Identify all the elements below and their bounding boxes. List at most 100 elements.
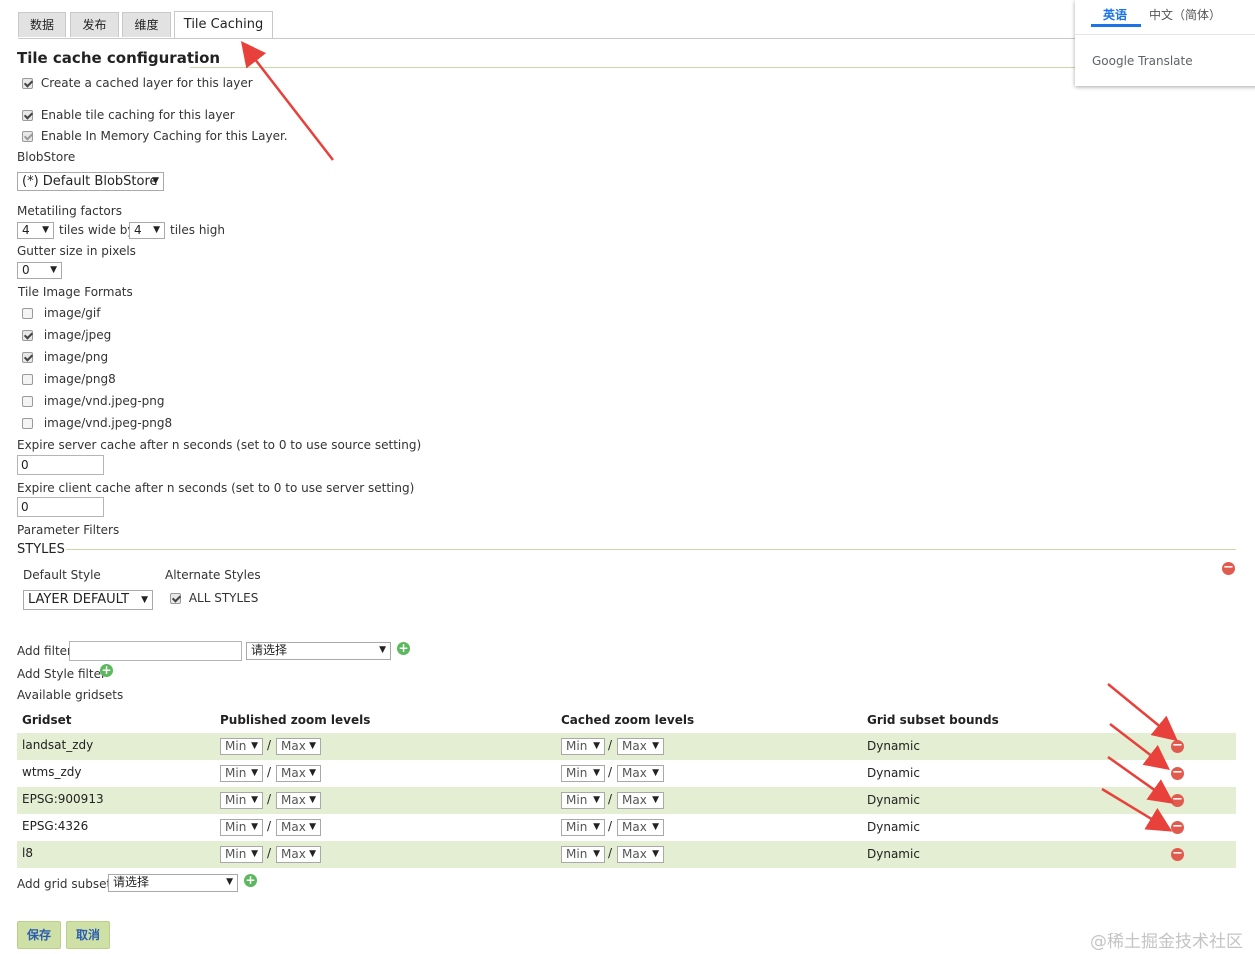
enable-tile-caching-row: Enable tile caching for this layer [22, 108, 235, 122]
available-gridsets-label: Available gridsets [17, 688, 124, 702]
select-value: Min [225, 739, 247, 753]
select-value: Min [225, 847, 247, 861]
cached-max-select[interactable]: Max ▼ [617, 765, 664, 782]
tab-label: 维度 [134, 18, 159, 32]
add-filter-select[interactable]: 请选择 ▼ [246, 642, 391, 660]
all-styles-row: ALL STYLES [170, 591, 258, 605]
published-min-select[interactable]: Min ▼ [220, 792, 263, 809]
published-min-select[interactable]: Min ▼ [220, 819, 263, 836]
select-value: Max [281, 847, 306, 861]
popup-divider [1075, 34, 1255, 35]
cancel-button[interactable]: 取消 [66, 921, 110, 949]
expire-client-input[interactable]: 0 [17, 497, 104, 517]
format-label: image/png8 [43, 372, 116, 386]
chevron-down-icon: ▼ [309, 849, 316, 859]
add-filter-plus-icon[interactable]: + [397, 642, 410, 655]
arrow-to-remove-row-1 [1107, 683, 1178, 742]
select-value: Max [622, 847, 647, 861]
expire-client-label: Expire client cache after n seconds (set… [17, 481, 415, 495]
cached-max-select[interactable]: Max ▼ [617, 846, 664, 863]
tab-data[interactable]: 数据 [18, 12, 66, 37]
format-jpeg-png-checkbox[interactable] [22, 396, 33, 407]
chevron-down-icon: ▼ [42, 225, 49, 235]
cached-max-select[interactable]: Max ▼ [617, 792, 664, 809]
cached-max-select[interactable]: Max ▼ [617, 819, 664, 836]
add-grid-subset-select[interactable]: 请选择 ▼ [108, 874, 238, 892]
format-label: image/vnd.jpeg-png [43, 394, 165, 408]
table-row: EPSG:4326 Min ▼ / Max ▼ Min ▼ / Max ▼ Dynami… [17, 814, 1236, 841]
published-max-select[interactable]: Max ▼ [276, 846, 321, 863]
table-row: EPSG:900913 Min ▼ / Max ▼ Min ▼ / Max ▼ Dyna… [17, 787, 1236, 814]
cached-max-select[interactable]: Max ▼ [617, 738, 664, 755]
format-png8-checkbox[interactable] [22, 374, 33, 385]
remove-gridset-icon[interactable]: − [1171, 766, 1184, 780]
select-value: 0 [22, 263, 30, 277]
add-filter-input[interactable] [69, 641, 242, 661]
remove-gridset-icon[interactable]: − [1171, 847, 1184, 861]
format-png-checkbox[interactable] [22, 352, 33, 363]
metatile-wide-select[interactable]: 4 ▼ [17, 222, 54, 239]
tab-divider [18, 38, 1076, 39]
select-value: Max [281, 766, 306, 780]
more-options-icon[interactable]: ⋮ [1250, 6, 1255, 20]
checkbox-label: Enable In Memory Caching for this Layer. [40, 129, 288, 143]
slash-separator: / [267, 846, 272, 860]
select-value: LAYER DEFAULT [28, 592, 130, 607]
table-row: landsat_zdy Min ▼ / Max ▼ Min ▼ / Max ▼ Dyna… [17, 733, 1236, 760]
published-max-select[interactable]: Max ▼ [276, 738, 321, 755]
cached-min-select[interactable]: Min ▼ [561, 819, 605, 836]
published-max-select[interactable]: Max ▼ [276, 819, 321, 836]
format-jpeg-checkbox[interactable] [22, 330, 33, 341]
default-style-select[interactable]: LAYER DEFAULT ▼ [23, 590, 153, 610]
published-min-select[interactable]: Min ▼ [220, 846, 263, 863]
all-styles-checkbox[interactable] [170, 593, 181, 604]
remove-gridset-icon[interactable]: − [1171, 820, 1184, 834]
save-button[interactable]: 保存 [17, 921, 61, 949]
cached-min-select[interactable]: Min ▼ [561, 765, 605, 782]
chevron-down-icon: ▼ [50, 265, 57, 275]
remove-gridset-icon[interactable]: − [1171, 739, 1184, 753]
enable-tile-caching-checkbox[interactable] [22, 110, 33, 121]
published-min-select[interactable]: Min ▼ [220, 765, 263, 782]
tab-publish[interactable]: 发布 [70, 12, 119, 37]
add-grid-subset-plus-icon[interactable]: + [244, 874, 257, 887]
cached-min-select[interactable]: Min ▼ [561, 738, 605, 755]
table-row: l8 Min ▼ / Max ▼ Min ▼ / Max ▼ Dynamic − [17, 841, 1236, 868]
chevron-down-icon: ▼ [593, 822, 600, 832]
slash-separator: / [267, 792, 272, 806]
chevron-down-icon: ▼ [652, 795, 659, 805]
published-max-select[interactable]: Max ▼ [276, 765, 321, 782]
chevron-down-icon: ▼ [309, 768, 316, 778]
format-jpeg-png8-checkbox[interactable] [22, 418, 33, 429]
format-label: image/png [43, 350, 109, 364]
published-min-select[interactable]: Min ▼ [220, 738, 263, 755]
remove-gridset-icon[interactable]: − [1171, 793, 1184, 807]
chevron-down-icon: ▼ [593, 741, 600, 751]
chevron-down-icon: ▼ [309, 741, 316, 751]
grid-bounds: Dynamic [867, 793, 920, 807]
expire-server-input[interactable]: 0 [17, 455, 104, 475]
gridset-name: wtms_zdy [22, 765, 82, 779]
blobstore-select[interactable]: (*) Default BlobStore ▼ [17, 172, 164, 191]
tab-dimensions[interactable]: 维度 [122, 12, 171, 37]
styles-rule [66, 549, 1236, 550]
tab-tile-caching[interactable]: Tile Caching [174, 11, 273, 38]
gutter-select[interactable]: 0 ▼ [17, 262, 62, 279]
translate-tab-chinese[interactable]: 中文（简体） [1149, 6, 1221, 23]
metatile-high-select[interactable]: 4 ▼ [129, 222, 165, 239]
cached-min-select[interactable]: Min ▼ [561, 792, 605, 809]
select-value: Min [225, 766, 247, 780]
format-row: image/png8 [22, 372, 116, 386]
slash-separator: / [608, 738, 613, 752]
checkbox-label: ALL STYLES [188, 591, 259, 605]
remove-filter-icon[interactable]: − [1222, 561, 1235, 575]
create-cached-layer-checkbox[interactable] [22, 78, 33, 89]
translate-tab-english[interactable]: 英语 [1103, 6, 1127, 23]
select-value: Min [225, 793, 247, 807]
format-gif-checkbox[interactable] [22, 308, 33, 319]
section-rule [190, 67, 1075, 68]
published-max-select[interactable]: Max ▼ [276, 792, 321, 809]
add-style-filter-plus-icon[interactable]: + [100, 664, 113, 677]
format-row: image/vnd.jpeg-png8 [22, 416, 172, 430]
cached-min-select[interactable]: Min ▼ [561, 846, 605, 863]
